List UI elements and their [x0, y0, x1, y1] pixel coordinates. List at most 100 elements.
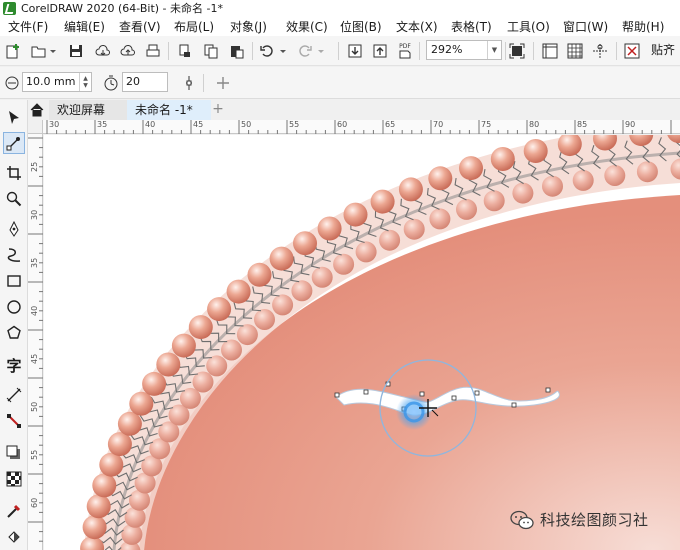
import-icon[interactable]: [346, 42, 364, 60]
menu-help[interactable]: 帮助(H): [622, 18, 664, 35]
horizontal-ruler[interactable]: 30 35 40 45 50 55 60 65 70 75 80 85 90: [43, 120, 680, 134]
menu-edit[interactable]: 编辑(E): [64, 18, 105, 35]
drop-shadow-tool-icon[interactable]: [3, 442, 25, 464]
parallel-dimension-tool-icon[interactable]: [3, 384, 25, 406]
ruler-label: 60: [337, 120, 348, 129]
cut-icon[interactable]: [176, 42, 194, 60]
interactive-fill-tool-icon[interactable]: [3, 526, 25, 548]
menu-table[interactable]: 表格(T): [451, 18, 492, 35]
ruler-label: 80: [529, 120, 540, 129]
outer-lipid-head: [459, 156, 483, 181]
inner-lipid-head: [311, 266, 333, 288]
zoom-tool-icon[interactable]: [3, 188, 25, 210]
outer-lipid-head: [207, 297, 232, 322]
inner-lipid-head: [429, 208, 451, 230]
polygon-tool-icon[interactable]: [3, 322, 25, 344]
tab-document[interactable]: 未命名 -1*: [127, 100, 211, 120]
artistic-media-tool-icon[interactable]: [3, 244, 25, 266]
ellipse-tool-icon[interactable]: [3, 296, 25, 318]
nudge-distance-field[interactable]: 10.0 mm ▲ ▼: [22, 72, 92, 92]
property-bar: [0, 67, 680, 99]
rectangle-tool-icon[interactable]: [3, 270, 25, 292]
open-recent-dropdown-icon[interactable]: [48, 42, 58, 60]
inner-lipid-head: [604, 165, 626, 186]
export-icon[interactable]: [371, 42, 389, 60]
redo-icon[interactable]: [296, 42, 314, 60]
inner-lipid-head: [206, 355, 228, 377]
menu-layout[interactable]: 布局(L): [174, 18, 214, 35]
add-preset-icon[interactable]: [214, 74, 232, 92]
outer-lipid-head: [370, 189, 395, 214]
crop-tool-icon[interactable]: [3, 162, 25, 184]
paste-icon[interactable]: [228, 42, 246, 60]
full-screen-icon[interactable]: [508, 42, 526, 60]
ruler-label: 85: [577, 120, 588, 129]
inner-lipid-head: [483, 190, 505, 212]
inner-lipid-head: [636, 161, 658, 183]
menu-object[interactable]: 对象(J): [230, 18, 267, 35]
ruler-label: 55: [30, 449, 39, 460]
new-tab-icon[interactable]: +: [210, 101, 226, 117]
transparency-tool-icon[interactable]: [3, 468, 25, 490]
menu-effects[interactable]: 效果(C): [286, 18, 328, 35]
pdf-label: PDF: [399, 43, 411, 50]
outer-lipid-head: [343, 202, 368, 227]
connector-tool-icon[interactable]: [3, 410, 25, 432]
menu-tools[interactable]: 工具(O): [507, 18, 550, 35]
cloud-save-icon[interactable]: [94, 42, 112, 60]
wechat-icon: [510, 510, 534, 529]
outer-lipid-head: [269, 246, 294, 271]
home-icon[interactable]: [28, 100, 46, 120]
outer-lipid-head: [490, 147, 515, 171]
shape-tool-icon[interactable]: [3, 132, 25, 154]
outer-lipid-head: [92, 473, 117, 498]
new-document-icon[interactable]: [4, 42, 22, 60]
show-guidelines-icon[interactable]: [591, 42, 609, 60]
snap-off-icon[interactable]: [623, 42, 641, 60]
smoothing-field[interactable]: 20: [122, 72, 168, 92]
save-icon[interactable]: [67, 42, 85, 60]
menu-bitmaps[interactable]: 位图(B): [340, 18, 382, 35]
zoom-level-combo[interactable]: 292% ▼: [426, 40, 502, 60]
menu-text[interactable]: 文本(X): [396, 18, 438, 35]
show-rulers-icon[interactable]: [541, 42, 559, 60]
menu-window[interactable]: 窗口(W): [563, 18, 608, 35]
ruler-label: 45: [30, 353, 39, 364]
ruler-label: 25: [30, 161, 39, 172]
outer-lipid-head: [86, 494, 111, 519]
menu-bar: 文件(F) 编辑(E) 查看(V) 布局(L) 对象(J) 效果(C) 位图(B…: [0, 16, 680, 36]
outer-lipid-head: [142, 371, 167, 396]
pick-tool-icon[interactable]: [3, 106, 25, 128]
undo-icon[interactable]: [258, 42, 276, 60]
copy-icon[interactable]: [202, 42, 220, 60]
nudge-spinner[interactable]: ▲ ▼: [79, 73, 91, 91]
title-bar: CorelDRAW 2020 (64-Bit) - 未命名 -1*: [0, 0, 680, 16]
zoom-dropdown-icon[interactable]: ▼: [487, 41, 501, 59]
inner-lipid-head: [291, 280, 313, 302]
toolbox: 字: [0, 100, 28, 550]
menu-file[interactable]: 文件(F): [8, 18, 48, 35]
show-grid-icon[interactable]: [566, 42, 584, 60]
smoothing-value: 20: [126, 75, 140, 88]
text-tool-icon[interactable]: 字: [3, 354, 25, 376]
open-folder-icon[interactable]: [30, 42, 48, 60]
toolbar-separator: [533, 42, 534, 60]
outer-lipid-head: [398, 177, 423, 202]
redo-dropdown-icon[interactable]: [316, 42, 326, 60]
menu-view[interactable]: 查看(V): [119, 18, 161, 35]
freehand-tool-icon[interactable]: [3, 218, 25, 240]
undo-dropdown-icon[interactable]: [278, 42, 288, 60]
toolbar-separator: [616, 42, 617, 60]
selection-glow: [396, 394, 432, 430]
watermark-text: 科技绘图颜习社: [540, 511, 649, 529]
publish-pdf-icon[interactable]: PDF: [396, 42, 414, 60]
outer-lipid-head: [129, 391, 154, 416]
drawing-canvas[interactable]: [44, 135, 680, 550]
print-icon[interactable]: [144, 42, 162, 60]
ruler-origin[interactable]: [28, 120, 43, 134]
cloud-upload-icon[interactable]: [119, 42, 137, 60]
snap-to-button[interactable]: 贴齐: [651, 41, 675, 58]
eyedropper-tool-icon[interactable]: [3, 500, 25, 522]
inner-lipid-head: [355, 241, 377, 263]
vertical-ruler[interactable]: 25 30 35 40 45 50 55 60: [28, 134, 43, 550]
